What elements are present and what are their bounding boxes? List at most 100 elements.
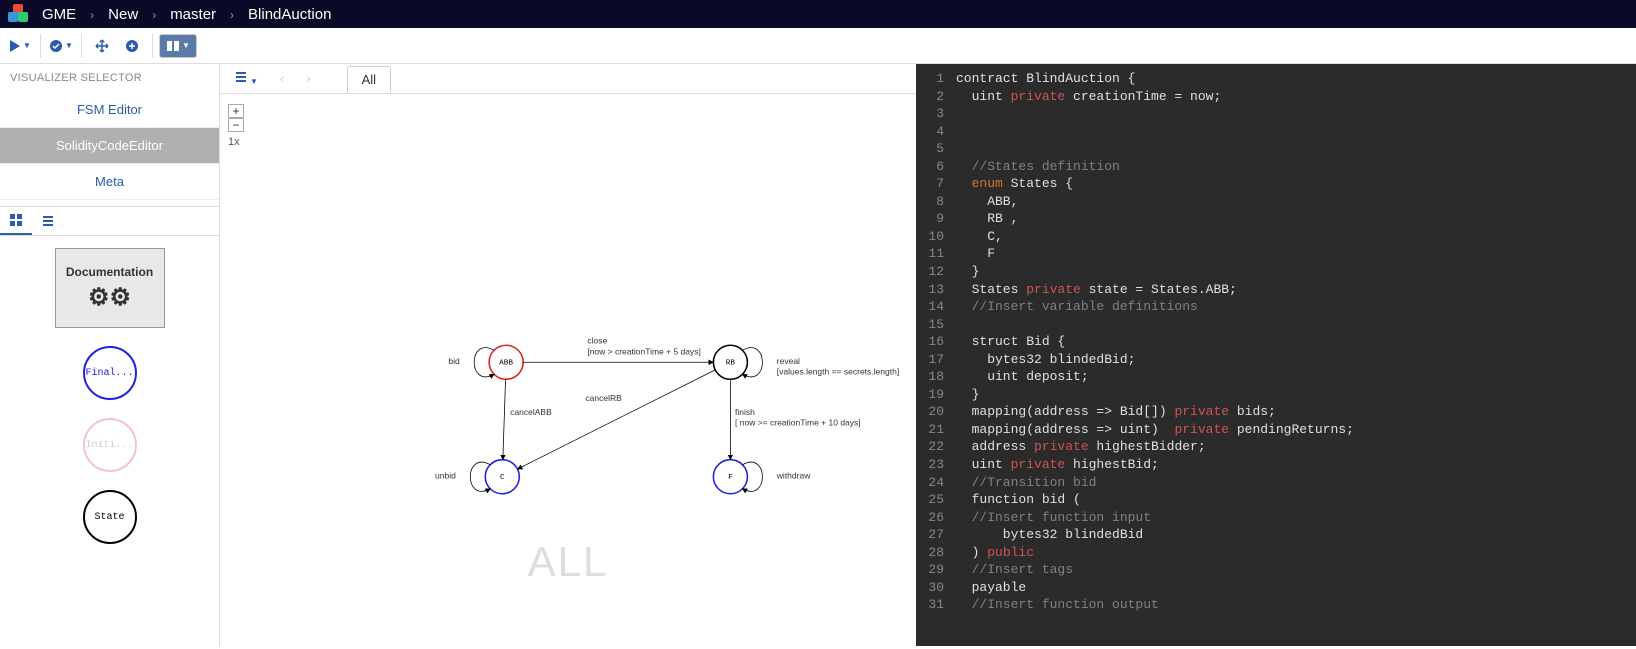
code-line[interactable]: 9 RB , xyxy=(916,210,1636,228)
code-line[interactable]: 23 uint private highestBid; xyxy=(916,456,1636,474)
move-button[interactable] xyxy=(88,32,116,60)
play-button[interactable]: ▼ xyxy=(6,32,34,60)
code-line[interactable]: 2 uint private creationTime = now; xyxy=(916,88,1636,106)
code-line[interactable]: 26 //Insert function input xyxy=(916,509,1636,527)
code-line[interactable]: 7 enum States { xyxy=(916,175,1636,193)
code-line[interactable]: 3 xyxy=(916,105,1636,123)
code-content: uint deposit; xyxy=(956,368,1089,386)
code-content: C, xyxy=(956,228,1003,246)
fsm-canvas[interactable]: ABBRBCFclose[now > creationTime + 5 days… xyxy=(220,94,916,646)
add-button[interactable] xyxy=(118,32,146,60)
grid-view-tab[interactable] xyxy=(0,207,32,235)
code-line[interactable]: 19 } xyxy=(916,386,1636,404)
fsm-node-label: C xyxy=(500,474,505,482)
code-content: //States definition xyxy=(956,158,1120,176)
code-line[interactable]: 5 xyxy=(916,140,1636,158)
code-content: contract BlindAuction { xyxy=(956,70,1135,88)
list-view-tab[interactable] xyxy=(32,207,64,235)
line-number: 11 xyxy=(916,245,956,263)
line-number: 29 xyxy=(916,561,956,579)
code-content: struct Bid { xyxy=(956,333,1065,351)
status-button[interactable]: ▼ xyxy=(47,32,75,60)
code-line[interactable]: 1contract BlindAuction { xyxy=(916,70,1636,88)
line-number: 14 xyxy=(916,298,956,316)
app-logo-icon xyxy=(8,4,28,24)
zoom-out-button[interactable]: − xyxy=(228,118,244,132)
code-line[interactable]: 28 ) public xyxy=(916,544,1636,562)
code-content: RB , xyxy=(956,210,1018,228)
fsm-edge[interactable] xyxy=(517,370,715,469)
fsm-edge[interactable] xyxy=(503,379,506,459)
code-line[interactable]: 14 //Insert variable definitions xyxy=(916,298,1636,316)
code-line[interactable]: 8 ABB, xyxy=(916,193,1636,211)
code-line[interactable]: 25 function bid ( xyxy=(916,491,1636,509)
code-line[interactable]: 11 F xyxy=(916,245,1636,263)
line-number: 19 xyxy=(916,386,956,404)
code-line[interactable]: 16 struct Bid { xyxy=(916,333,1636,351)
palette-item[interactable]: Initi... xyxy=(83,418,137,472)
line-number: 13 xyxy=(916,281,956,299)
top-nav: GME›New›master›BlindAuction xyxy=(0,0,1636,28)
palette-item[interactable]: State xyxy=(83,490,137,544)
code-content: ) public xyxy=(956,544,1034,562)
palette-item[interactable]: Final... xyxy=(83,346,137,400)
diagram-panel: ▼ ‹ › All + − 1x ABBRBCFclose[now > crea… xyxy=(220,64,916,646)
fsm-edge-guard: [now > creationTime + 5 days] xyxy=(587,347,701,357)
nav-back-button[interactable]: ‹ xyxy=(274,67,290,90)
list-menu-button[interactable]: ▼ xyxy=(228,66,264,91)
line-number: 16 xyxy=(916,333,956,351)
visualizer-item[interactable]: FSM Editor xyxy=(0,92,219,128)
code-line[interactable]: 29 //Insert tags xyxy=(916,561,1636,579)
fsm-edge-guard: [values.length == secrets.length] xyxy=(777,367,899,377)
breadcrumb-item[interactable]: New xyxy=(102,6,144,23)
code-content: mapping(address => Bid[]) private bids; xyxy=(956,403,1276,421)
left-panel: VISUALIZER SELECTOR FSM EditorSolidityCo… xyxy=(0,64,220,646)
line-number: 1 xyxy=(916,70,956,88)
code-line[interactable]: 22 address private highestBidder; xyxy=(916,438,1636,456)
diagram-tab[interactable]: All xyxy=(347,66,391,92)
code-line[interactable]: 12 } xyxy=(916,263,1636,281)
code-line[interactable]: 15 xyxy=(916,316,1636,334)
visualizer-item[interactable]: SolidityCodeEditor xyxy=(0,128,219,164)
zoom-level: 1x xyxy=(228,136,244,148)
code-line[interactable]: 13 States private state = States.ABB; xyxy=(916,281,1636,299)
line-number: 26 xyxy=(916,509,956,527)
code-line[interactable]: 6 //States definition xyxy=(916,158,1636,176)
layout-toggle[interactable]: ▼ xyxy=(159,34,197,58)
code-content: //Insert tags xyxy=(956,561,1073,579)
code-content: //Insert function input xyxy=(956,509,1151,527)
code-line[interactable]: 24 //Transition bid xyxy=(916,474,1636,492)
fsm-edge-label: unbid xyxy=(435,470,456,480)
gears-icon: ⚙⚙ xyxy=(88,283,131,312)
code-content: bytes32 blindedBid; xyxy=(956,351,1135,369)
code-line[interactable]: 4 xyxy=(916,123,1636,141)
fsm-edge-label: reveal xyxy=(777,356,800,366)
breadcrumb: GME›New›master›BlindAuction xyxy=(36,6,337,23)
fsm-edge-label: bid xyxy=(448,356,460,366)
nav-forward-button[interactable]: › xyxy=(300,67,316,90)
code-line[interactable]: 10 C, xyxy=(916,228,1636,246)
code-line[interactable]: 27 bytes32 blindedBid xyxy=(916,526,1636,544)
fsm-edge-label: cancelABB xyxy=(510,407,552,417)
code-line[interactable]: 30 payable xyxy=(916,579,1636,597)
zoom-in-button[interactable]: + xyxy=(228,104,244,118)
code-content: F xyxy=(956,245,995,263)
code-line[interactable]: 17 bytes32 blindedBid; xyxy=(916,351,1636,369)
code-line[interactable]: 21 mapping(address => uint) private pend… xyxy=(916,421,1636,439)
line-number: 6 xyxy=(916,158,956,176)
breadcrumb-item[interactable]: BlindAuction xyxy=(242,6,337,23)
line-number: 31 xyxy=(916,596,956,614)
palette-documentation[interactable]: Documentation ⚙⚙ xyxy=(55,248,165,328)
code-content: mapping(address => uint) private pending… xyxy=(956,421,1354,439)
chevron-right-icon: › xyxy=(144,8,164,22)
visualizer-item[interactable]: Meta xyxy=(0,164,219,200)
diagram-toolbar: ▼ ‹ › All xyxy=(220,64,916,94)
code-content: //Insert function output xyxy=(956,596,1159,614)
code-editor[interactable]: 1contract BlindAuction {2 uint private c… xyxy=(916,64,1636,646)
code-line[interactable]: 31 //Insert function output xyxy=(916,596,1636,614)
code-line[interactable]: 18 uint deposit; xyxy=(916,368,1636,386)
code-line[interactable]: 20 mapping(address => Bid[]) private bid… xyxy=(916,403,1636,421)
toolbar: ▼ ▼ ▼ xyxy=(0,28,1636,64)
breadcrumb-item[interactable]: master xyxy=(164,6,222,23)
breadcrumb-item[interactable]: GME xyxy=(36,6,82,23)
